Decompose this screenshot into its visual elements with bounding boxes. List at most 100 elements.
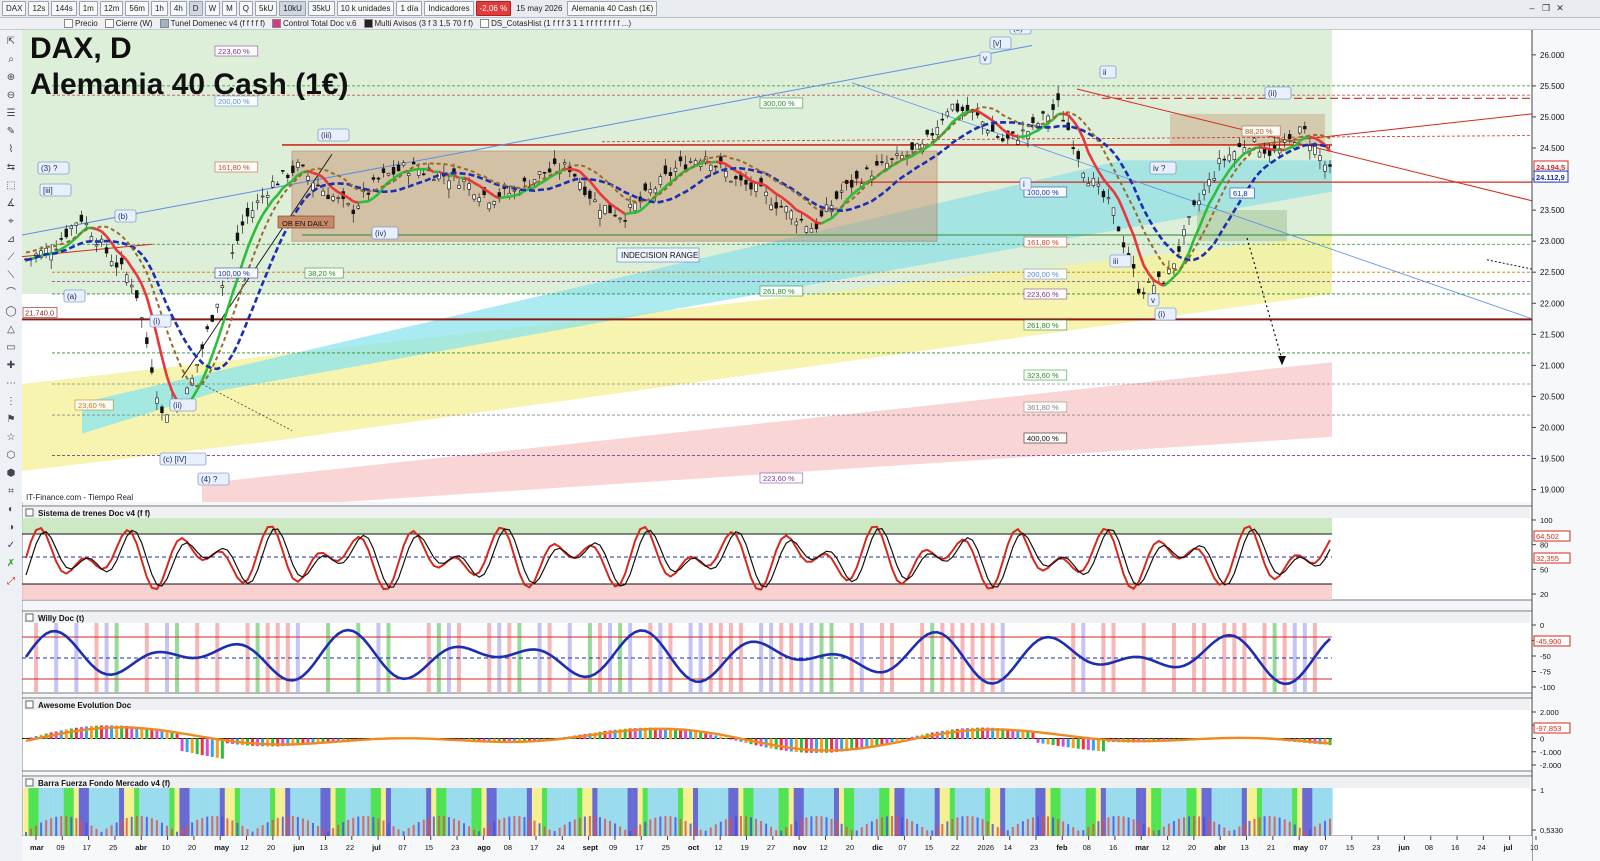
tool-icon[interactable]: ⇆ (5, 162, 17, 174)
tool-icon[interactable]: ⌒ (5, 288, 17, 300)
candle-body (583, 186, 587, 196)
timeframe-1m[interactable]: 1m (78, 1, 98, 16)
barra-hist (1198, 816, 1201, 836)
tool-icon[interactable]: ▭ (5, 342, 17, 354)
tool-icon[interactable]: △ (5, 324, 17, 336)
indicator-item[interactable]: Control Total Doc v.6 (270, 18, 359, 29)
tool-icon[interactable]: ⌕ (5, 54, 17, 66)
timeframe-W[interactable]: W (204, 1, 221, 16)
candle-body (950, 103, 955, 111)
osc-tick-label: 2.000 (1540, 708, 1559, 717)
tool-icon[interactable]: ⟋ (5, 252, 17, 264)
barra-hist (281, 816, 284, 836)
tool-icon[interactable]: ◐ (5, 504, 17, 516)
barra-bar (471, 788, 477, 836)
barra-hist (70, 816, 73, 836)
units-selector[interactable]: 10 k unidades (336, 1, 395, 16)
close-icon[interactable]: ✕ (1554, 2, 1566, 14)
tool-icon[interactable]: ⬚ (5, 180, 17, 192)
chart-area[interactable]: 223,60 % 200,00 % 161,80 % 300,00 % 100,00 %… (22, 30, 1600, 861)
timeframe-D[interactable]: D (188, 1, 203, 16)
indicator-item[interactable]: DS_CotasHist (1 f f f 3 1 1 f f f f f f … (478, 18, 633, 29)
minimize-icon[interactable]: – (1526, 2, 1538, 14)
barra-hist (397, 829, 400, 836)
time-tick-label: 2026 (977, 843, 994, 852)
indicator-item[interactable]: Cierre (W) (103, 18, 155, 29)
indicator-label: Cierre (W) (115, 19, 153, 28)
tool-icon[interactable]: ⋮ (5, 396, 17, 408)
barra-hist (513, 816, 516, 836)
barra-hist (926, 830, 929, 836)
candle-body (371, 177, 376, 180)
indicator-item[interactable]: Tunel Domenec v4 (f f f f f) (158, 18, 267, 29)
tool-icon[interactable]: ⊕ (5, 72, 17, 84)
tick-10kU[interactable]: 10kU (279, 1, 306, 16)
timeframe-M[interactable]: M (222, 1, 237, 16)
timeframe-12m[interactable]: 12m (99, 1, 124, 16)
tool-icon[interactable]: ◯ (5, 306, 17, 318)
tool-icon[interactable]: ✎ (5, 126, 17, 138)
wave-label: (b) (118, 212, 128, 221)
awesome-bar (170, 732, 174, 739)
tool-icon[interactable]: ⌖ (5, 216, 17, 228)
candle-body (245, 207, 250, 217)
tool-icon[interactable]: ☆ (5, 432, 17, 444)
candle-body (94, 244, 99, 247)
candle-body (744, 179, 748, 185)
timeframe-4h[interactable]: 4h (169, 1, 187, 16)
barra-hist (921, 826, 924, 836)
period-selector[interactable]: 1 día (396, 1, 423, 16)
tool-icon[interactable]: ⋯ (5, 378, 17, 390)
timeframe-Q[interactable]: Q (238, 1, 254, 16)
timeframe-12s[interactable]: 12s (28, 1, 50, 16)
barra-hist (951, 819, 954, 836)
indicator-item[interactable]: Precio (62, 18, 100, 29)
tool-icon[interactable]: ∡ (5, 198, 17, 210)
candle-body (1136, 288, 1141, 294)
tool-icon[interactable]: ⚑ (5, 414, 17, 426)
barra-hist (1112, 816, 1115, 836)
tool-icon[interactable]: ◑ (5, 522, 17, 534)
timeframe-144s[interactable]: 144s (51, 1, 77, 16)
tool-icon[interactable]: ⬡ (5, 450, 17, 462)
tick-5kU[interactable]: 5kU (255, 1, 278, 16)
price-tick-label: 25.000 (1540, 113, 1565, 122)
tool-icon[interactable]: ✗ (5, 558, 17, 570)
timeframe-56m[interactable]: 56m (125, 1, 149, 16)
candle-body (1121, 242, 1126, 248)
awesome-bar (215, 738, 219, 758)
awesome-bar (699, 732, 703, 739)
tool-icon[interactable]: ⊿ (5, 234, 17, 246)
restore-icon[interactable]: ❐ (1540, 2, 1552, 14)
candle-body (688, 160, 693, 163)
tool-icon[interactable]: ⌗ (5, 486, 17, 498)
tool-icon[interactable]: ⊖ (5, 90, 17, 102)
tool-icon[interactable]: ✚ (5, 360, 17, 372)
timeframe-1h[interactable]: 1h (150, 1, 168, 16)
symbol-selector[interactable]: DAX (2, 1, 27, 16)
indicators-button[interactable]: Indicadores (424, 1, 474, 16)
osc-tick-label: 0,5330 (1540, 826, 1563, 835)
candle-body (79, 214, 84, 222)
tool-icon[interactable]: ⇱ (5, 36, 17, 48)
tool-icon[interactable]: ✓ (5, 540, 17, 552)
osc-tick-label: -50 (1540, 652, 1551, 661)
candle-body (764, 191, 768, 196)
tool-icon[interactable]: ⤢ (5, 576, 17, 588)
tool-icon[interactable]: ☰ (5, 108, 17, 120)
barra-hist (483, 827, 486, 836)
barra-hist (1233, 829, 1236, 836)
candle-body (124, 274, 129, 283)
candle-body (945, 111, 950, 117)
indicator-item[interactable]: Multi Avisos (3 f 3 1,5 70 f f) (362, 18, 476, 29)
candle-body (1298, 126, 1302, 134)
candle-body (1021, 129, 1025, 132)
candle-body (1081, 172, 1085, 178)
barra-bar (622, 788, 628, 836)
tick-35kU[interactable]: 35kU (307, 1, 335, 16)
barra-hist (115, 822, 118, 836)
tool-icon[interactable]: ⌇ (5, 144, 17, 156)
tool-icon[interactable]: ⟍ (5, 270, 17, 282)
tool-icon[interactable]: ⬢ (5, 468, 17, 480)
candle-body (1147, 281, 1151, 283)
